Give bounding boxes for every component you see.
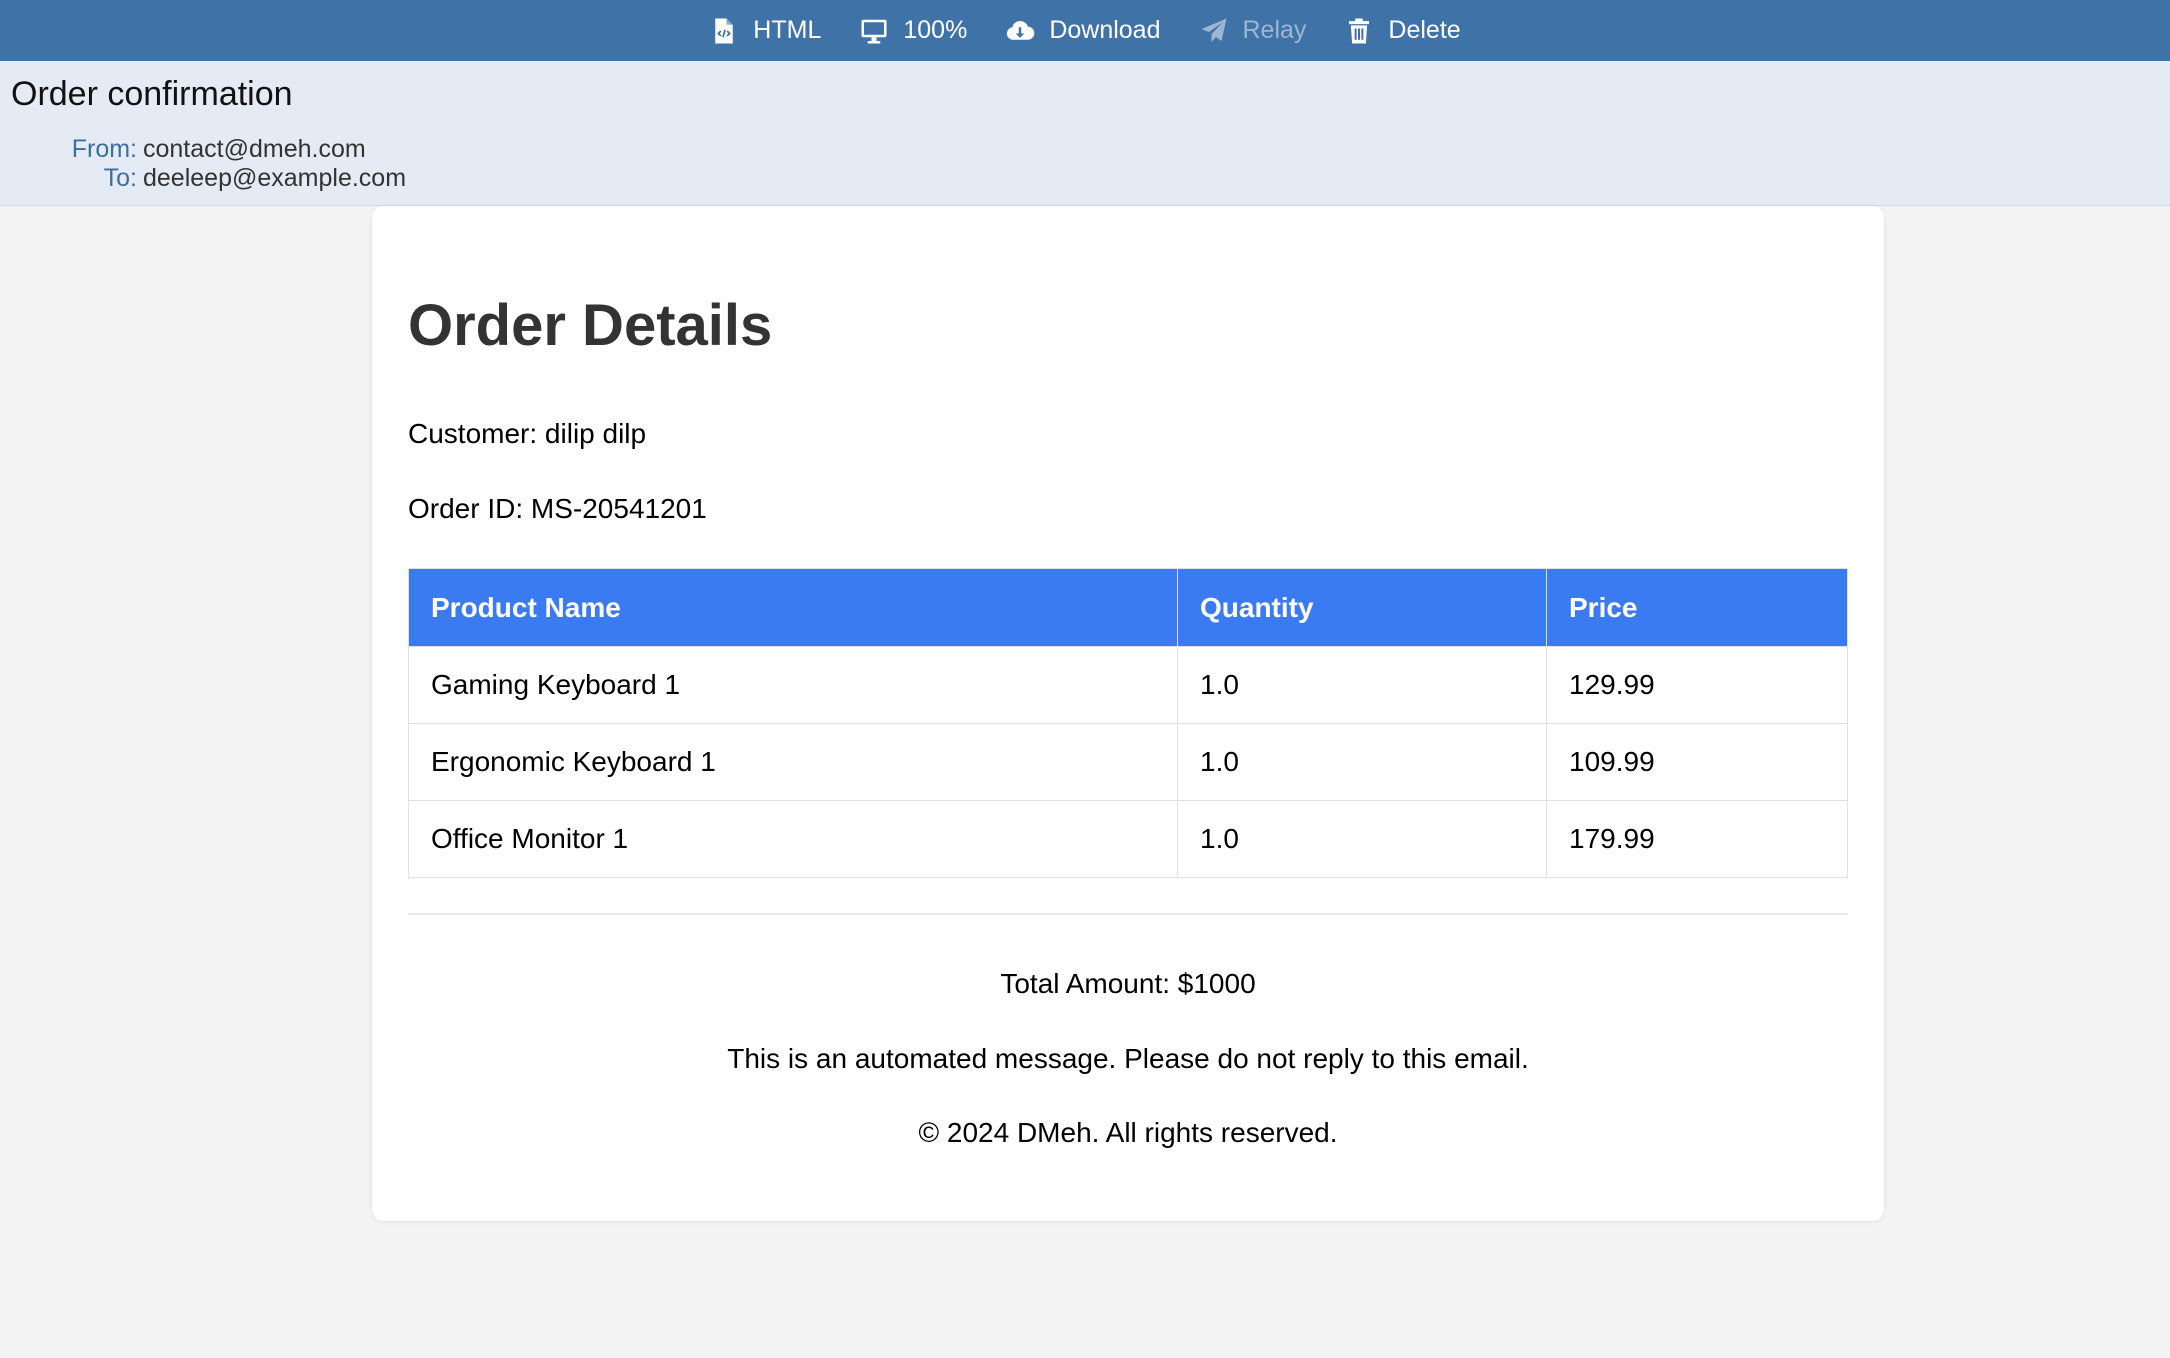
email-title: Order Details xyxy=(408,293,773,358)
relay-label: Relay xyxy=(1242,16,1307,44)
table-row: Office Monitor 1 1.0 179.99 xyxy=(408,800,1848,878)
html-view-label: HTML xyxy=(753,16,822,44)
zoom-label: 100% xyxy=(903,16,968,44)
order-id-line: Order ID: MS-20541201 xyxy=(408,493,707,524)
html-file-icon xyxy=(709,16,739,46)
email-body-card: Order Details Customer: dilip dilp Order… xyxy=(372,206,1884,1221)
price-cell: 109.99 xyxy=(1546,723,1848,801)
from-label: From: xyxy=(71,135,137,163)
product-name-cell: Office Monitor 1 xyxy=(408,800,1178,878)
to-row: To: deeleep@example.com xyxy=(12,164,406,193)
to-label: To: xyxy=(103,164,137,192)
delete-label: Delete xyxy=(1388,16,1461,44)
divider xyxy=(408,913,1848,915)
trash-icon xyxy=(1344,16,1374,46)
cloud-download-icon xyxy=(1005,16,1035,46)
product-name-cell: Gaming Keyboard 1 xyxy=(408,646,1178,724)
column-header-price: Price xyxy=(1546,568,1848,647)
zoom-button[interactable]: 100% xyxy=(840,0,986,61)
to-address[interactable]: deeleep@example.com xyxy=(143,164,406,192)
download-button[interactable]: Download xyxy=(986,0,1179,61)
copyright-footer: © 2024 DMeh. All rights reserved. xyxy=(918,1117,1338,1148)
download-label: Download xyxy=(1049,16,1161,44)
column-header-product: Product Name xyxy=(408,568,1178,647)
quantity-cell: 1.0 xyxy=(1177,646,1547,724)
from-row: From: contact@dmeh.com xyxy=(12,135,366,164)
order-items-table: Product Name Quantity Price Gaming Keybo… xyxy=(408,568,1848,878)
table-row: Gaming Keyboard 1 1.0 129.99 xyxy=(408,646,1848,724)
product-name-cell: Ergonomic Keyboard 1 xyxy=(408,723,1178,801)
delete-button[interactable]: Delete xyxy=(1325,0,1479,61)
monitor-icon xyxy=(859,16,889,46)
total-amount: Total Amount: $1000 xyxy=(1000,968,1256,999)
relay-button[interactable]: Relay xyxy=(1180,0,1326,61)
automated-message-note: This is an automated message. Please do … xyxy=(727,1043,1529,1074)
quantity-cell: 1.0 xyxy=(1177,800,1547,878)
top-toolbar: HTML 100% Download Relay Delete xyxy=(0,0,2170,61)
customer-line: Customer: dilip dilp xyxy=(408,418,647,449)
message-subject: Order confirmation xyxy=(11,75,293,113)
quantity-cell: 1.0 xyxy=(1177,723,1547,801)
message-header: Order confirmation From: contact@dmeh.com… xyxy=(0,61,2170,206)
table-row: Ergonomic Keyboard 1 1.0 109.99 xyxy=(408,723,1848,801)
column-header-quantity: Quantity xyxy=(1177,568,1547,647)
html-view-button[interactable]: HTML xyxy=(690,0,840,61)
price-cell: 129.99 xyxy=(1546,646,1848,724)
table-header-row: Product Name Quantity Price xyxy=(408,568,1848,647)
price-cell: 179.99 xyxy=(1546,800,1848,878)
from-address[interactable]: contact@dmeh.com xyxy=(143,135,366,163)
paper-plane-icon xyxy=(1199,16,1229,46)
